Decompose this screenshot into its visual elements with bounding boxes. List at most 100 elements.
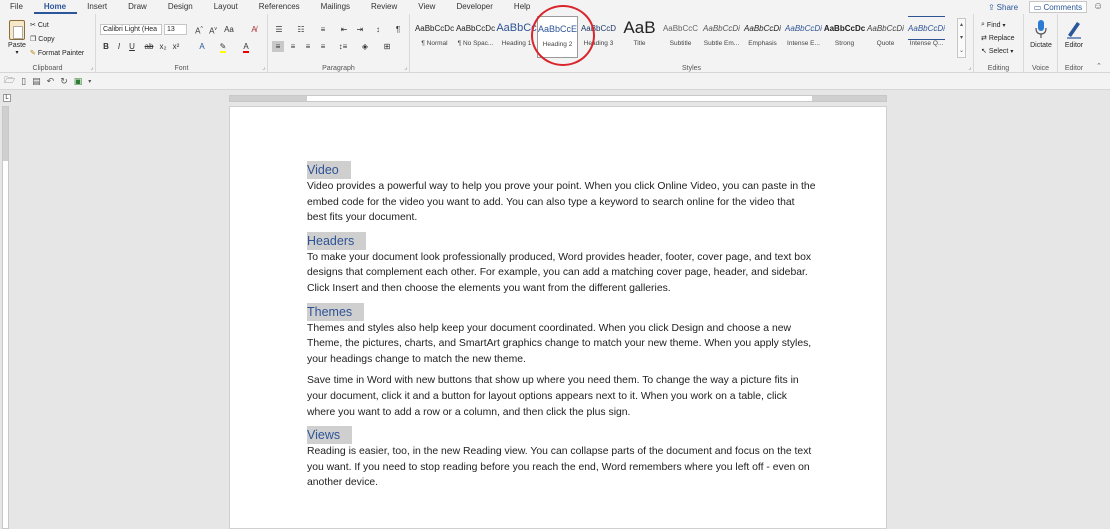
tab-design[interactable]: Design xyxy=(158,0,204,14)
tab-draw[interactable]: Draw xyxy=(118,0,158,14)
align-center-icon[interactable]: ≡ xyxy=(287,41,299,52)
decrease-indent-icon[interactable]: ⇤ xyxy=(338,24,350,35)
font-size-box[interactable]: 13 xyxy=(164,24,187,35)
subscript-icon[interactable]: x₂ xyxy=(158,41,168,52)
dialog-launcher-icon[interactable]: ⌟ xyxy=(262,64,265,71)
highlighter-icon[interactable]: ✎ xyxy=(217,41,229,53)
font-color-icon[interactable]: A xyxy=(240,41,252,53)
feedback-smiley-icon[interactable]: ☺ xyxy=(1093,1,1103,12)
tab-help[interactable]: Help xyxy=(504,0,541,14)
find-button[interactable]: ⌕ Find ▾ xyxy=(981,19,1006,31)
select-label: Select xyxy=(988,47,1009,55)
font-group-label: Font xyxy=(174,65,189,72)
cursor-icon: ↖ xyxy=(981,48,987,55)
paragraph[interactable]: Video provides a powerful way to help yo… xyxy=(307,179,817,226)
heading-views[interactable]: Views xyxy=(307,426,353,445)
dictate-button[interactable]: Dictate xyxy=(1023,19,1059,61)
editor-pen-icon xyxy=(1067,22,1081,39)
sort-icon[interactable]: ↕ xyxy=(372,24,384,35)
shrink-font-icon[interactable]: Av xyxy=(207,24,219,36)
voice-group-label: Voice xyxy=(1031,65,1050,72)
multilevel-list-icon[interactable]: ≡ xyxy=(316,24,330,35)
comments-button[interactable]: ▭ Comments xyxy=(1029,1,1087,13)
align-right-icon[interactable]: ≡ xyxy=(302,41,314,52)
style-intense-emphasis[interactable]: AaBbCcDi Intense E... xyxy=(783,16,824,58)
paragraph[interactable]: To make your document look professionall… xyxy=(307,250,817,297)
strikethrough-icon[interactable]: ab xyxy=(143,41,155,52)
copy-label: Copy xyxy=(38,35,55,43)
tab-developer[interactable]: Developer xyxy=(446,0,503,14)
borders-icon[interactable]: ⊞ xyxy=(380,41,394,52)
dialog-launcher-icon[interactable]: ⌟ xyxy=(404,64,407,71)
share-button[interactable]: ⇪ Share xyxy=(983,1,1023,13)
style-quote[interactable]: AaBbCcDi Quote xyxy=(865,16,906,58)
clear-formatting-icon[interactable]: A̸ xyxy=(248,24,260,35)
paragraph[interactable]: Reading is easier, too, in the new Readi… xyxy=(307,444,817,491)
collapse-ribbon-icon[interactable]: ⌃ xyxy=(1096,62,1102,70)
heading-headers[interactable]: Headers xyxy=(307,231,367,250)
text-effects-icon[interactable]: A xyxy=(196,41,208,52)
underline-icon[interactable]: U xyxy=(127,41,137,52)
select-button[interactable]: ↖ Select ▾ xyxy=(981,45,1013,57)
redo-icon[interactable]: ↻ xyxy=(60,76,68,87)
document-page[interactable]: Video Video provides a powerful way to h… xyxy=(229,106,887,529)
replace-button[interactable]: ⇄ Replace xyxy=(981,32,1015,44)
editor-button[interactable]: Editor xyxy=(1056,19,1092,61)
save-icon[interactable]: ▣ xyxy=(74,76,83,87)
shading-icon[interactable]: ◈ xyxy=(358,41,372,52)
bullets-icon[interactable]: ☰ xyxy=(272,24,286,35)
horizontal-ruler[interactable] xyxy=(229,95,887,102)
format-painter-button[interactable]: ✎ Format Painter xyxy=(30,47,84,59)
paste-button[interactable]: Paste ▾ xyxy=(6,20,28,60)
tab-insert[interactable]: Insert xyxy=(77,0,118,14)
vertical-ruler[interactable] xyxy=(2,106,9,529)
undo-icon[interactable]: ↶ xyxy=(47,76,55,87)
microphone-icon xyxy=(1035,20,1047,38)
tab-mailings[interactable]: Mailings xyxy=(311,0,361,14)
style-normal[interactable]: AaBbCcDc ¶ Normal xyxy=(414,16,455,58)
heading-video[interactable]: Video xyxy=(307,161,351,179)
italic-icon[interactable]: I xyxy=(114,41,124,52)
tab-review[interactable]: Review xyxy=(361,0,408,14)
pilcrow-icon[interactable]: ¶ xyxy=(392,24,404,35)
paragraph[interactable]: Themes and styles also help keep your do… xyxy=(307,321,817,368)
change-case-icon[interactable]: Aa xyxy=(223,24,235,35)
style-title[interactable]: AaB Title xyxy=(619,16,660,58)
cut-button[interactable]: ✂ Cut xyxy=(30,19,49,31)
tab-home[interactable]: Home xyxy=(33,0,78,14)
section-views: Views Reading is easier, too, in the new… xyxy=(307,426,817,491)
line-spacing-icon[interactable]: ↕≡ xyxy=(336,41,350,52)
dialog-launcher-icon[interactable]: ⌟ xyxy=(968,64,971,71)
bold-icon[interactable]: B xyxy=(101,41,111,52)
superscript-icon[interactable]: x² xyxy=(171,41,181,52)
paragraph[interactable]: Save time in Word with new buttons that … xyxy=(307,373,817,420)
copy-icon: ❐ xyxy=(30,36,37,43)
style-subtle-emphasis[interactable]: AaBbCcDi Subtle Em... xyxy=(701,16,742,58)
copy-button[interactable]: ❐ Copy xyxy=(30,33,55,45)
numbering-icon[interactable]: ☷ xyxy=(294,24,308,35)
increase-indent-icon[interactable]: ⇥ xyxy=(354,24,366,35)
tab-layout[interactable]: Layout xyxy=(204,0,249,14)
tab-view[interactable]: View xyxy=(408,0,446,14)
style-emphasis[interactable]: AaBbCcDi Emphasis xyxy=(742,16,783,58)
tab-file[interactable]: File xyxy=(0,0,34,14)
open-folder-icon[interactable]: 🗁 xyxy=(4,73,15,89)
print-preview-icon[interactable]: ▤ xyxy=(32,76,41,87)
dialog-launcher-icon[interactable]: ⌟ xyxy=(90,64,93,71)
document-body[interactable]: Video Video provides a powerful way to h… xyxy=(307,161,817,497)
justify-icon[interactable]: ≡ xyxy=(317,41,329,52)
styles-gallery-scroll[interactable]: ▴ ▾ ⌄ xyxy=(957,18,966,58)
new-document-icon[interactable]: ▯ xyxy=(21,76,26,87)
align-left-icon[interactable]: ≡ xyxy=(272,41,284,52)
style-subtitle[interactable]: AaBbCcC Subtitle xyxy=(660,16,701,58)
font-name-box[interactable]: Calibri Light (Hea xyxy=(100,24,162,35)
grow-font-icon[interactable]: A^ xyxy=(193,24,205,36)
heading-themes[interactable]: Themes xyxy=(307,302,365,321)
customize-qat-icon[interactable]: ▾ xyxy=(88,78,91,85)
tab-selector-icon[interactable]: L xyxy=(3,94,11,102)
tab-references[interactable]: References xyxy=(249,0,311,14)
style-no-spacing[interactable]: AaBbCcDc ¶ No Spac... xyxy=(455,16,496,58)
editor-label: Editor xyxy=(1064,42,1084,49)
style-strong[interactable]: AaBbCcDc Strong xyxy=(824,16,865,58)
style-intense-quote[interactable]: AaBbCcDi Intense Q... xyxy=(906,16,947,58)
